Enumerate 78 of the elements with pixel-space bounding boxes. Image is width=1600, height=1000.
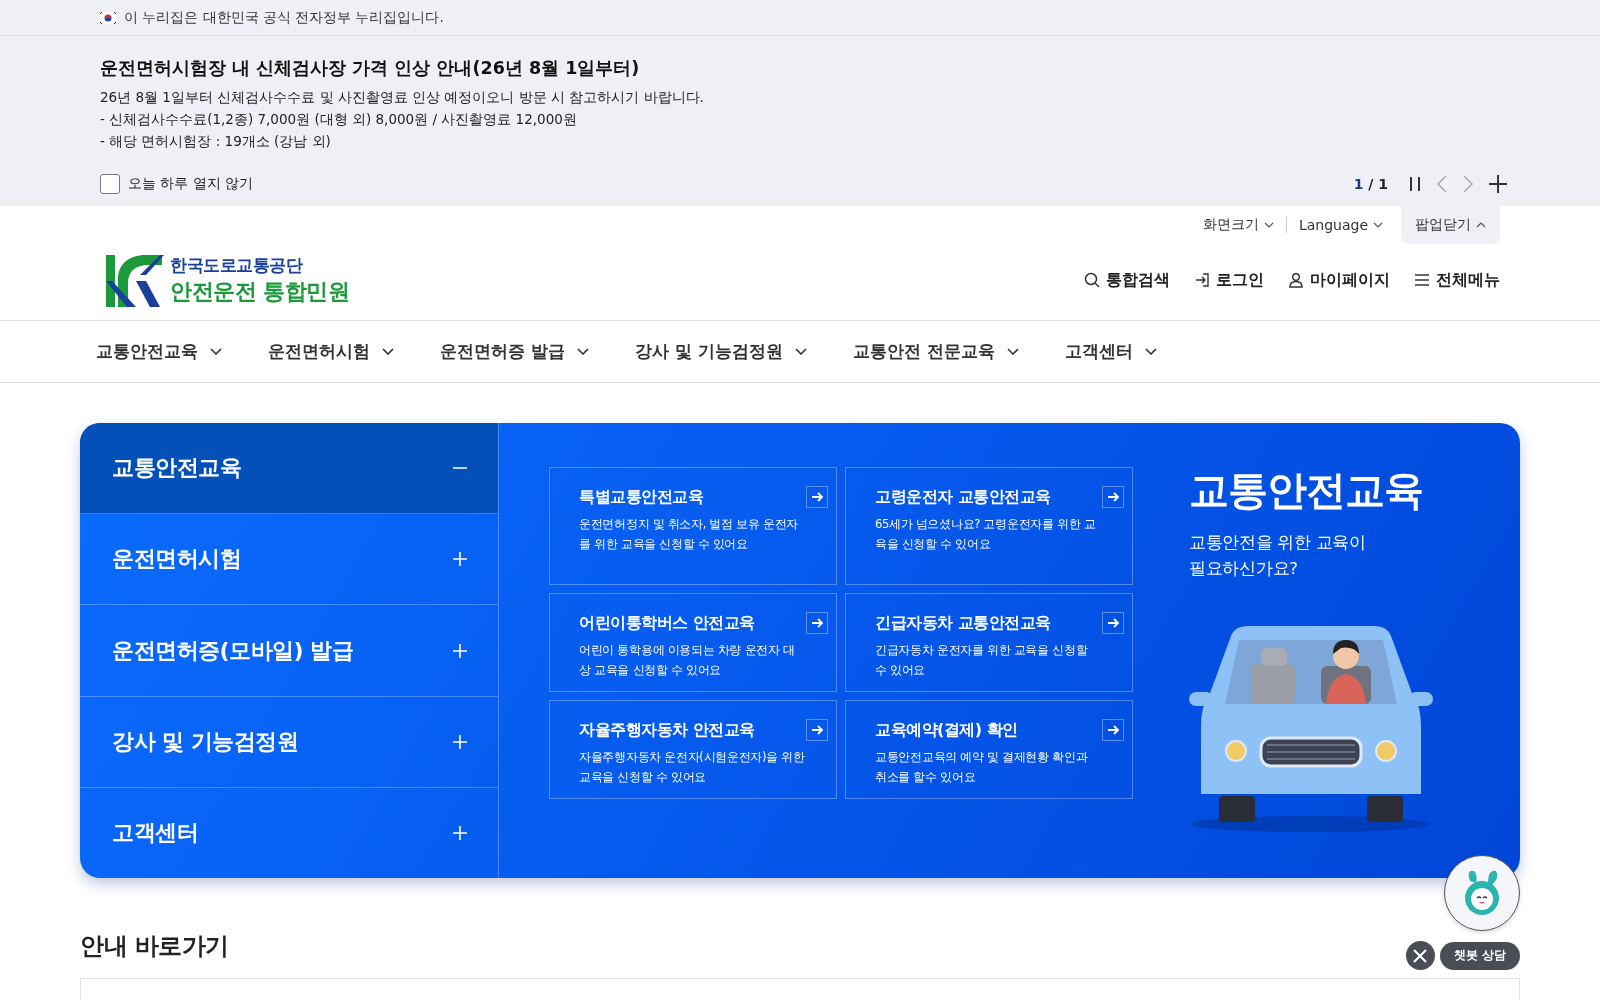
checkbox[interactable] xyxy=(100,174,120,194)
close-button[interactable] xyxy=(1405,941,1435,970)
plus-button[interactable] xyxy=(1486,172,1510,196)
caret-icon xyxy=(1476,222,1486,228)
service-name: 안전운전 통합민원 xyxy=(170,277,350,306)
card-description: 긴급자동차 운전자를 위한 교육을 신청할 수 있어요 xyxy=(875,642,1089,679)
page-counter: 1 / 1 xyxy=(1353,176,1388,192)
chevron-left-icon xyxy=(1436,175,1448,193)
login-icon xyxy=(1194,272,1210,288)
menu-button[interactable]: 전체메뉴 xyxy=(1414,269,1500,291)
close-icon xyxy=(1413,948,1428,963)
notice-text: - 신체검사수수료(1,2종) 7,000원 (대형 외) 8,000원 / 사진촬영료 12,000원 xyxy=(100,110,578,129)
chevron-icon xyxy=(794,348,807,355)
person-icon xyxy=(1288,272,1304,288)
banner-text: 이 누리집은 대한민국 공식 전자정부 누리집입니다. xyxy=(124,8,444,27)
card-title: 특별교통안전교육 xyxy=(579,486,703,508)
checkbox-label[interactable]: 오늘 하루 열지 않기 xyxy=(128,175,253,193)
nav-menu-item[interactable]: 교통안전 전문교육 xyxy=(852,340,1019,363)
card-title: 고령운전자 교통안전교육 xyxy=(875,486,1051,508)
logo-icon xyxy=(106,253,164,307)
plus-icon xyxy=(452,733,468,750)
plus-icon xyxy=(452,551,468,568)
notice-title: 운전면허시험장 내 신체검사장 가격 인상 안내(26년 8월 1일부터) xyxy=(100,57,641,80)
sidebar-item[interactable]: 교통안전교육 xyxy=(80,423,498,515)
course-card[interactable]: 특별교통안전교육 운전면허정지 및 취소자, 벌점 보유 운전자를 위한 교육을 신청할 수 있어요 xyxy=(549,467,837,585)
nav-menu-item[interactable]: 교통안전교육 xyxy=(96,340,222,363)
chevron-icon xyxy=(576,348,589,355)
mypage-button[interactable]: 마이페이지 xyxy=(1288,269,1390,291)
promo-subtitle: 교통안전을 위한 교육이 필요하신가요? xyxy=(1189,532,1367,580)
notice-text: 26년 8월 1일부터 신체검사수수료 및 사진촬영료 인상 예정이오니 방문 시 참고하시기 바랍니다. xyxy=(100,88,705,107)
login-button[interactable]: 로그인 xyxy=(1194,269,1264,291)
search-icon xyxy=(1084,272,1100,288)
font-size-dropdown[interactable]: 화면크기 xyxy=(1202,216,1274,234)
nav-menu-item[interactable]: 운전면허증 발급 xyxy=(440,340,589,363)
caret-icon xyxy=(1373,222,1383,228)
chevron-icon xyxy=(1006,348,1019,355)
plus-icon xyxy=(452,824,468,841)
card-title: 긴급자동차 교통안전교육 xyxy=(875,612,1051,634)
card-description: 교통안전교육의 예약 및 결제현황 확인과 취소를 할수 있어요 xyxy=(875,749,1089,786)
course-card[interactable]: 자율주행자동차 안전교육 자율주행자동차 운전자(시험운전자)을 위한 교육을 신청할 수 있어요 xyxy=(549,700,837,799)
chevron-icon xyxy=(1144,348,1157,355)
card-title: 어린이통학버스 안전교육 xyxy=(579,612,755,634)
nav-menu-item[interactable]: 강사 및 기능검정원 xyxy=(634,340,807,363)
card-description: 운전면허정지 및 취소자, 벌점 보유 운전자를 위한 교육을 신청할 수 있어요 xyxy=(579,516,800,553)
card-title: 자율주행자동차 안전교육 xyxy=(579,719,755,741)
popup-toggle-button[interactable]: 팝업닫기 xyxy=(1401,206,1500,244)
language-dropdown[interactable]: Language xyxy=(1298,217,1383,233)
card-description: 자율주행자동차 운전자(시험운전자)을 위한 교육을 신청할 수 있어요 xyxy=(579,749,805,786)
sidebar-item[interactable]: 고객센터 xyxy=(80,787,498,878)
course-card[interactable]: 교육예약(결제) 확인 교통안전교육의 예약 및 결제현황 확인과 취소를 할수 있어요 xyxy=(845,700,1133,799)
flag-icon xyxy=(98,10,118,25)
promo-title: 교통안전교육 xyxy=(1189,466,1424,515)
course-card[interactable]: 긴급자동차 교통안전교육 긴급자동차 운전자를 위한 교육을 신청할 수 있어요 xyxy=(845,593,1133,692)
organization-name: 한국도로교통공단 xyxy=(170,253,304,277)
caret-icon xyxy=(1263,222,1274,228)
chatbot-button[interactable] xyxy=(1444,855,1520,931)
notice-text: - 해당 면허시험장 : 19개소 (강남 외) xyxy=(100,132,332,151)
menu-icon xyxy=(1414,272,1430,288)
search-button[interactable]: 통합검색 xyxy=(1084,269,1170,291)
chevron-icon xyxy=(210,348,222,355)
plus-icon xyxy=(452,642,468,659)
chatbot-label-button[interactable]: 챗봇 상담 xyxy=(1439,941,1520,970)
card-title: 교육예약(결제) 확인 xyxy=(875,719,1018,741)
sidebar-item[interactable]: 강사 및 기능검정원 xyxy=(80,696,498,788)
card-description: 어린이 통학용에 이용되는 차량 운전자 대상 교육을 신청할 수 있어요 xyxy=(579,642,796,679)
plus-icon xyxy=(1488,174,1508,194)
nav-menu-item[interactable]: 운전면허시험 xyxy=(268,340,394,363)
sidebar-item[interactable]: 운전면허시험 xyxy=(80,514,498,606)
course-card[interactable]: 어린이통학버스 안전교육 어린이 통학용에 이용되는 차량 운전자 대상 교육을 신청할 수 있어요 xyxy=(549,593,837,692)
chevron-icon xyxy=(382,348,394,355)
sidebar-item[interactable]: 운전면허증(모바일) 발급 xyxy=(80,605,498,697)
nav-menu-item[interactable]: 고객센터 xyxy=(1064,340,1157,363)
minus-icon xyxy=(452,467,468,470)
card-description: 65세가 넘으셨나요? 고령운전자를 위한 교육을 신청할 수 있어요 xyxy=(875,516,1097,553)
course-card[interactable]: 고령운전자 교통안전교육 65세가 넘으셨나요? 고령운전자를 위한 교육을 신청할 수 있어요 xyxy=(845,467,1133,585)
section-title: 안내 바로가기 xyxy=(80,931,229,962)
pause-icon xyxy=(1408,176,1422,192)
chevron-right-icon xyxy=(1462,175,1474,193)
